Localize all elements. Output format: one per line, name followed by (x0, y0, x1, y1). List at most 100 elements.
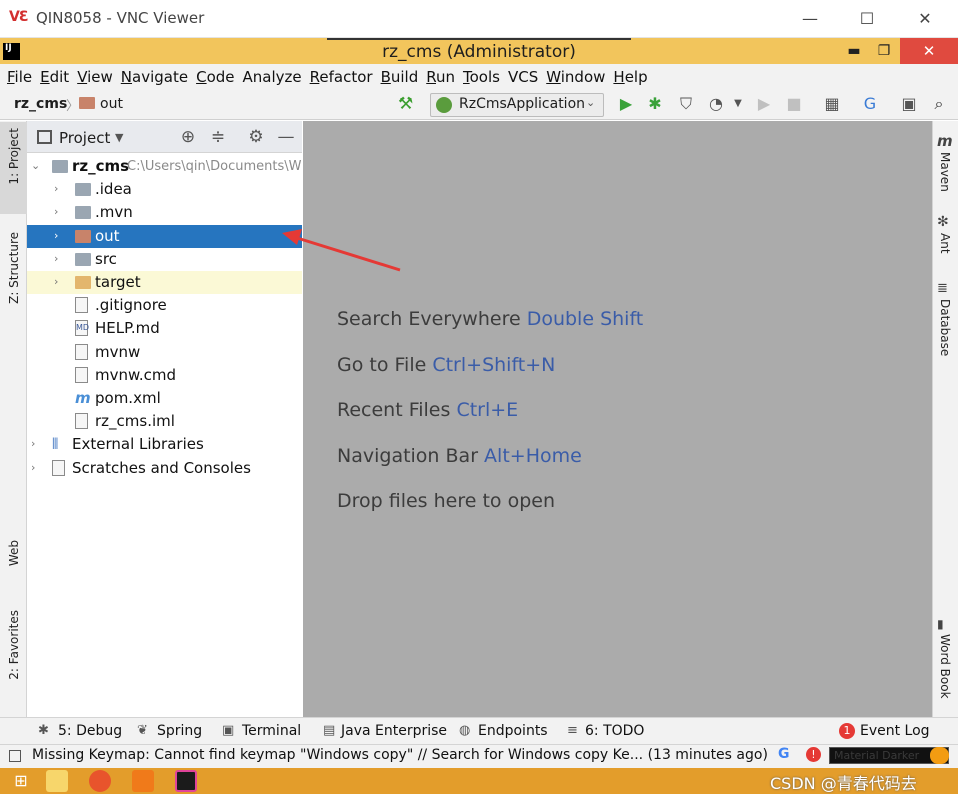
tree-item-src[interactable]: › src (27, 248, 302, 271)
ide-minimize-button[interactable]: ▬ (840, 38, 868, 64)
menu-edit[interactable]: Edit (36, 64, 73, 90)
editor-hint: Go to File Ctrl+Shift+N (337, 353, 556, 376)
tab-maven[interactable]: Maven (938, 152, 952, 192)
tab-web[interactable]: Web (7, 540, 21, 566)
tree-item-label: .gitignore (95, 296, 167, 315)
breadcrumb-root[interactable]: rz_cms (14, 96, 67, 112)
terminal-window-icon[interactable]: ▣ (899, 94, 919, 114)
resume-icon[interactable]: ▶ (754, 94, 774, 114)
file-explorer-icon[interactable] (46, 770, 68, 792)
chevron-right-icon[interactable]: › (54, 182, 58, 195)
theme-toggle-knob[interactable] (930, 747, 949, 764)
tree-item-scratches-and-consoles[interactable]: › Scratches and Consoles (27, 457, 302, 480)
ide-window-title: rz_cms (Administrator) (327, 38, 631, 64)
tree-item-out[interactable]: › out (27, 224, 302, 248)
coverage-icon[interactable]: ⛉ (676, 94, 696, 114)
tree-item-label: mvnw (95, 342, 141, 361)
file-icon: MD (75, 320, 89, 337)
editor-hint: Search Everywhere Double Shift (337, 308, 644, 330)
tree-item-target[interactable]: › target (27, 271, 302, 294)
translate-icon[interactable]: G (860, 94, 880, 114)
tab-project[interactable]: 1: Project (7, 128, 21, 185)
menu-code[interactable]: Code (192, 64, 238, 90)
menu-navigate[interactable]: Navigate (117, 64, 192, 90)
tree-item-pom-xml[interactable]: m pom.xml (27, 387, 302, 410)
menu-vcs[interactable]: VCS (504, 64, 542, 90)
breadcrumb-separator: 〉 (66, 99, 80, 114)
menu-mnemonic: W (546, 68, 561, 86)
tree-item-rz-cms-iml[interactable]: rz_cms.iml (27, 410, 302, 433)
project-structure-icon[interactable]: ▦ (822, 94, 842, 114)
menu-mnemonic: F (7, 68, 15, 86)
tree-item-external-libraries[interactable]: › ⫴ External Libraries (27, 433, 302, 456)
menu-window[interactable]: Window (542, 64, 609, 90)
menu-help[interactable]: Help (609, 64, 651, 90)
project-view-selector[interactable]: Project (59, 129, 110, 147)
tab-favorites[interactable]: 2: Favorites (7, 610, 21, 680)
vnc-minimize-button[interactable]: — (792, 6, 828, 32)
tab-debug[interactable]: 5: Debug (58, 723, 122, 739)
chevron-right-icon[interactable]: › (54, 275, 58, 288)
chevron-right-icon[interactable]: › (54, 252, 58, 265)
tab-wordbook[interactable]: Word Book (938, 634, 952, 699)
menu-tools[interactable]: Tools (459, 64, 504, 90)
tab-ant[interactable]: Ant (938, 233, 952, 254)
collapse-all-icon[interactable]: ≑ (208, 127, 228, 147)
ide-restore-button[interactable]: ❐ (870, 38, 898, 64)
error-icon[interactable]: ! (806, 747, 821, 762)
tab-terminal[interactable]: Terminal (242, 723, 301, 739)
start-icon[interactable]: ⊞ (10, 770, 32, 792)
shortcut-key: Alt+Home (484, 444, 582, 467)
menu-refactor[interactable]: Refactor (306, 64, 377, 90)
hide-panel-icon[interactable]: — (276, 127, 296, 147)
tab-java-enterprise[interactable]: Java Enterprise (341, 723, 447, 739)
profile-dropdown-icon[interactable]: ▼ (728, 94, 748, 114)
debug-icon[interactable]: ✱ (645, 94, 665, 114)
chevron-right-icon[interactable]: › (54, 229, 58, 242)
menu-run[interactable]: Run (422, 64, 459, 90)
tree-item-help-md[interactable]: MD HELP.md (27, 317, 302, 340)
chevron-right-icon[interactable]: › (31, 461, 35, 474)
run-icon[interactable]: ▶ (616, 94, 636, 114)
gear-icon[interactable]: ⚙ (246, 127, 266, 147)
search-icon[interactable]: ⌕ (929, 94, 949, 114)
vnc-logo-icon: VƐ (9, 9, 29, 25)
menu-file[interactable]: File (3, 64, 36, 90)
menu-analyze[interactable]: Analyze (239, 64, 306, 90)
chevron-down-icon[interactable]: ⌄ (31, 159, 40, 172)
locate-icon[interactable]: ⊕ (178, 127, 198, 147)
tab-database[interactable]: Database (938, 299, 952, 356)
menu-build[interactable]: Build (377, 64, 423, 90)
maven-icon: m (75, 389, 91, 407)
tab-todo[interactable]: 6: TODO (585, 723, 644, 739)
tree-item-idea[interactable]: › .idea (27, 178, 302, 201)
hammer-icon[interactable]: ⚒ (398, 94, 413, 114)
tab-structure[interactable]: Z: Structure (7, 232, 21, 304)
profile-icon[interactable]: ◔ (706, 94, 726, 114)
chevron-down-icon: ⌄ (586, 96, 596, 109)
google-icon[interactable]: G (778, 746, 790, 762)
ide-close-button[interactable]: ✕ (900, 38, 958, 64)
chevron-right-icon[interactable]: › (31, 437, 35, 450)
tab-spring[interactable]: Spring (157, 723, 202, 739)
tree-item-mvnw[interactable]: mvnw (27, 341, 302, 364)
chevron-right-icon[interactable]: › (54, 205, 58, 218)
tree-item-mvn[interactable]: › .mvn (27, 201, 302, 224)
menu-view[interactable]: View (73, 64, 117, 90)
breadcrumb-leaf[interactable]: out (100, 96, 123, 112)
tree-item-mvnw-cmd[interactable]: mvnw.cmd (27, 364, 302, 387)
chevron-down-icon[interactable]: ▼ (115, 131, 123, 144)
tree-item-rz-cms[interactable]: ⌄ rz_cms C:\Users\qin\Documents\W (27, 155, 302, 178)
office-icon[interactable] (132, 770, 154, 792)
spring-leaf-icon: ❦ (137, 723, 148, 738)
stop-icon[interactable]: ■ (784, 94, 804, 114)
intellij-icon[interactable] (175, 770, 197, 792)
status-toggle-icon[interactable] (9, 750, 21, 762)
tab-endpoints[interactable]: Endpoints (478, 723, 548, 739)
firefox-icon[interactable] (89, 770, 111, 792)
tab-event-log[interactable]: Event Log (860, 723, 930, 739)
tree-item-gitignore[interactable]: .gitignore (27, 294, 302, 317)
vnc-maximize-button[interactable]: ☐ (849, 6, 885, 32)
status-message[interactable]: Missing Keymap: Cannot find keymap "Wind… (32, 747, 768, 763)
vnc-close-button[interactable]: ✕ (907, 6, 943, 32)
